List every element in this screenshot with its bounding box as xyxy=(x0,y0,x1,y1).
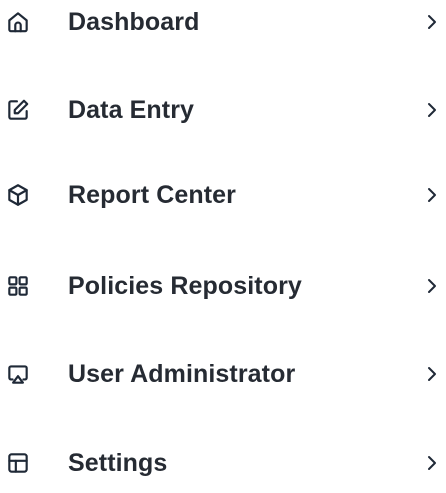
sidebar-menu: Dashboard Data Entry Report Center Polic… xyxy=(0,0,446,481)
sidebar-item-label: User Administrator xyxy=(68,359,296,388)
sidebar-item-user-administrator[interactable]: User Administrator xyxy=(0,344,446,404)
sidebar-item-label: Report Center xyxy=(68,180,236,209)
cube-icon xyxy=(4,181,32,209)
chevron-right-icon xyxy=(425,365,439,383)
sidebar-item-data-entry[interactable]: Data Entry xyxy=(0,80,446,140)
sidebar-item-label: Dashboard xyxy=(68,7,200,36)
sidebar-item-report-center[interactable]: Report Center xyxy=(0,165,446,225)
home-icon xyxy=(4,8,32,36)
sidebar-item-label: Settings xyxy=(68,448,168,477)
sidebar-item-policies-repository[interactable]: Policies Repository xyxy=(0,256,446,316)
chevron-right-icon xyxy=(425,277,439,295)
airplay-icon xyxy=(4,360,32,388)
chevron-right-icon xyxy=(425,186,439,204)
chevron-right-icon xyxy=(425,101,439,119)
chevron-right-icon xyxy=(425,454,439,472)
sidebar-item-label: Policies Repository xyxy=(68,271,302,300)
edit-icon xyxy=(4,96,32,124)
sidebar-item-label: Data Entry xyxy=(68,95,195,124)
chevron-right-icon xyxy=(425,13,439,31)
sidebar-item-settings[interactable]: Settings xyxy=(0,433,446,493)
layout-icon xyxy=(4,449,32,477)
grid-icon xyxy=(4,272,32,300)
sidebar-item-dashboard[interactable]: Dashboard xyxy=(0,0,446,52)
